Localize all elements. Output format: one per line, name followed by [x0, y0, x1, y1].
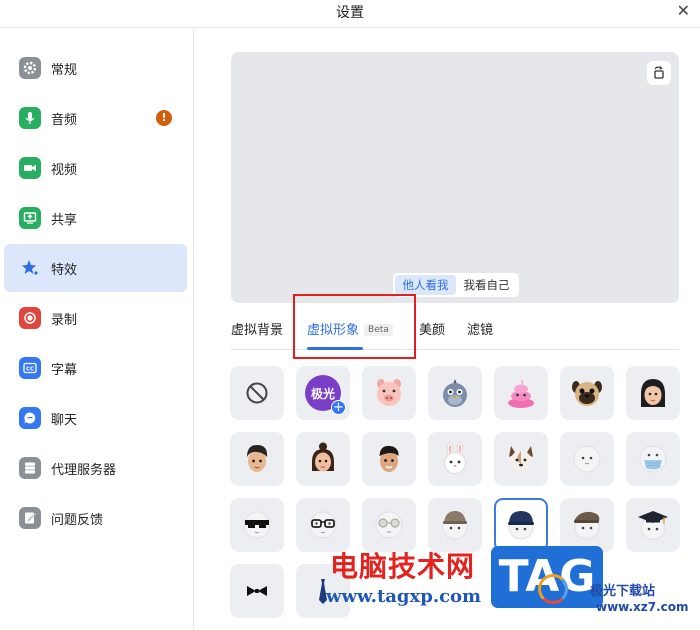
tab-beauty[interactable]: 美颜: [419, 319, 445, 338]
avatar-flat-cap[interactable]: [560, 498, 614, 552]
avatar-none[interactable]: [230, 366, 284, 420]
avatar-blank-face[interactable]: [560, 432, 614, 486]
sidebar-item-proxy-server[interactable]: 代理服务器: [4, 444, 187, 492]
view-myself[interactable]: 我看自己: [456, 275, 517, 295]
sidebar-item-recording[interactable]: 录制: [4, 294, 187, 342]
sidebar-item-label: 常规: [51, 63, 78, 78]
record-icon: [19, 307, 41, 329]
flat-cap-avatar-icon: [574, 511, 600, 540]
cap-avatar-icon: [442, 511, 468, 540]
feedback-icon: [19, 507, 41, 529]
pug-avatar-icon: [572, 381, 602, 406]
round-glasses-avatar-icon: [375, 511, 403, 539]
microphone-icon: [19, 107, 41, 129]
avatar-boy-1[interactable]: [230, 432, 284, 486]
grad-cap-avatar-icon: [638, 511, 668, 540]
sidebar-item-video[interactable]: 视频: [4, 144, 187, 192]
avatar-girl-long-hair[interactable]: [626, 366, 680, 420]
proxy-server-icon: [19, 457, 41, 479]
gear-icon: [19, 57, 41, 79]
add-icon: +: [331, 400, 346, 415]
avatar-poop[interactable]: [494, 366, 548, 420]
captions-icon: CC: [19, 357, 41, 379]
sidebar-item-label: 共享: [51, 213, 78, 228]
sidebar-item-label: 问题反馈: [51, 513, 104, 528]
dog-avatar-icon: [509, 446, 533, 472]
girl-avatar-icon: [641, 379, 665, 407]
sidebar-item-general[interactable]: 常规: [4, 44, 187, 92]
avatar-glasses[interactable]: [296, 498, 350, 552]
boy-avatar-icon: [247, 445, 268, 472]
watermark-tag-logo: TAG: [491, 546, 603, 608]
tab-filters[interactable]: 滤镜: [467, 319, 493, 338]
sidebar-item-label: 音频: [51, 113, 78, 128]
boy-2-avatar-icon: [379, 445, 399, 472]
sidebar-item-share[interactable]: 共享: [4, 194, 187, 242]
sidebar-item-label: 字幕: [51, 363, 78, 378]
avatar-aurora-add[interactable]: 极光 +: [296, 366, 350, 420]
face-mask-avatar-icon: [639, 445, 667, 473]
avatar-cap[interactable]: [428, 498, 482, 552]
sidebar-item-captions[interactable]: CC 字幕: [4, 344, 187, 392]
poop-avatar-icon: [508, 379, 534, 408]
share-screen-icon: [19, 207, 41, 229]
chat-icon: [19, 407, 41, 429]
close-icon[interactable]: ✕: [677, 1, 690, 20]
glasses-avatar-icon: [309, 511, 337, 539]
avatar-girl-buns[interactable]: [296, 432, 350, 486]
sidebar-item-effects[interactable]: 特效: [4, 244, 187, 292]
pig-avatar-icon: [377, 379, 401, 406]
title-bar: 设置 ✕: [0, 0, 700, 28]
tab-virtual-background[interactable]: 虚拟背景: [231, 319, 283, 338]
sidebar-item-feedback[interactable]: 问题反馈: [4, 494, 187, 542]
avatar-pug[interactable]: [560, 366, 614, 420]
watermark-site-cn: 极光下载站: [590, 584, 656, 599]
video-camera-icon: [19, 157, 41, 179]
camera-preview: 他人看我 我看自己: [231, 52, 679, 303]
helmet-avatar-icon: [508, 511, 534, 540]
watermark-site-url: www.xz7.com: [596, 600, 689, 614]
bird-avatar-icon: [443, 379, 467, 407]
sidebar-item-chat[interactable]: 聊天: [4, 394, 187, 442]
blank-face-avatar-icon: [573, 445, 601, 473]
sunglasses-avatar-icon: [243, 511, 271, 539]
avatar-bow-tie[interactable]: [230, 564, 284, 618]
avatar-boy-2[interactable]: [362, 432, 416, 486]
avatar-tie[interactable]: [296, 564, 350, 618]
sidebar-item-label: 特效: [51, 263, 78, 278]
sidebar-item-label: 录制: [51, 313, 78, 328]
bunny-avatar-icon: [444, 442, 466, 474]
settings-sidebar: 常规 音频 ! 视频 共享 特效 录制 CC 字幕 聊天 代理服务器 问题反馈: [0, 29, 194, 630]
bow-tie-icon: [247, 586, 267, 596]
highlight-annotation-box: [293, 294, 416, 359]
warning-badge: !: [156, 110, 172, 126]
sidebar-item-label: 聊天: [51, 413, 78, 428]
sidebar-item-audio[interactable]: 音频 !: [4, 94, 187, 142]
girl-buns-avatar-icon: [312, 442, 334, 472]
effects-star-icon: [19, 257, 41, 279]
view-others-see-me[interactable]: 他人看我: [395, 275, 456, 295]
rotate-camera-icon[interactable]: [647, 61, 671, 85]
sidebar-item-label: 视频: [51, 163, 78, 178]
sidebar-item-label: 代理服务器: [51, 463, 117, 478]
avatar-pig[interactable]: [362, 366, 416, 420]
avatar-face-mask[interactable]: [626, 432, 680, 486]
tie-icon: [319, 579, 327, 604]
avatar-helmet[interactable]: [494, 498, 548, 552]
none-icon: [246, 382, 268, 404]
avatar-round-glasses[interactable]: [362, 498, 416, 552]
avatar-bunny[interactable]: [428, 432, 482, 486]
svg-text:CC: CC: [26, 367, 34, 373]
window-title: 设置: [336, 5, 364, 21]
avatar-dog[interactable]: [494, 432, 548, 486]
avatar-grad-cap[interactable]: [626, 498, 680, 552]
avatar-bird[interactable]: [428, 366, 482, 420]
aurora-logo-icon: [538, 574, 568, 604]
aurora-label: 极光: [310, 386, 335, 401]
aurora-avatar-icon: 极光 +: [305, 375, 346, 415]
avatar-sunglasses[interactable]: [230, 498, 284, 552]
